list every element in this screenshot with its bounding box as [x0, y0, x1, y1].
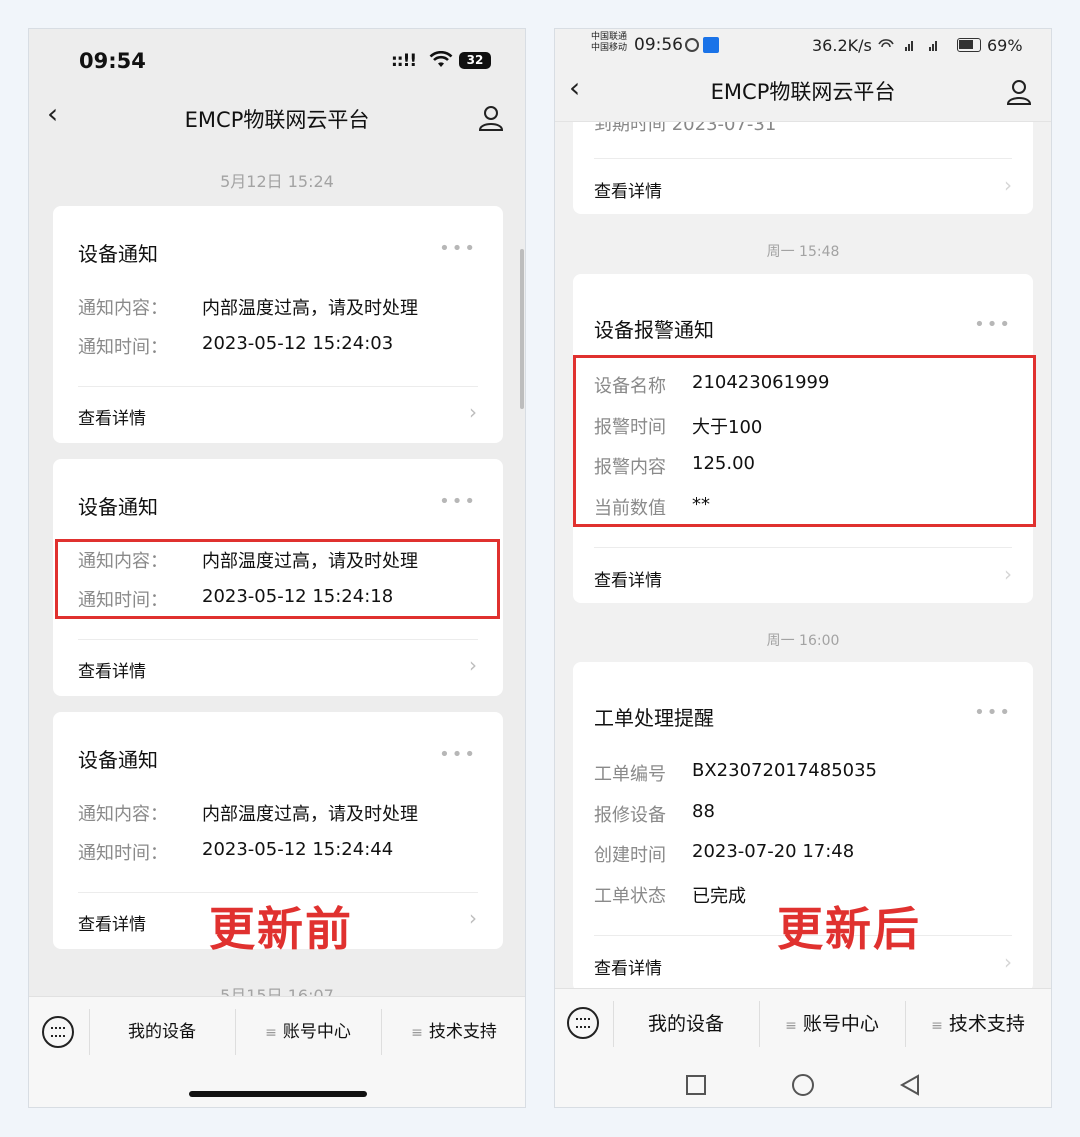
card-title: 设备报警通知 — [594, 318, 714, 342]
carrier-labels: 中国联通 中国移动 — [591, 32, 627, 54]
menu-icon: ≡ — [785, 1018, 797, 1034]
timestamp: 周一 16:00 — [766, 633, 840, 649]
tab-my-devices[interactable]: 我的设备 — [89, 997, 235, 1067]
more-options-icon[interactable]: ••• — [439, 238, 477, 259]
tab-label: 我的设备 — [128, 1022, 196, 1042]
more-options-icon[interactable]: ••• — [974, 314, 1012, 335]
time-value: 2023-05-12 15:24:44 — [202, 839, 394, 860]
divider — [78, 386, 478, 387]
chevron-right-icon: › — [469, 653, 477, 677]
repair-device-label: 报修设备 — [594, 805, 666, 826]
timestamp: 周一 15:48 — [766, 244, 840, 260]
order-status-value: 已完成 — [692, 886, 746, 907]
tab-my-devices[interactable]: 我的设备 — [613, 989, 759, 1059]
tab-label: 账号中心 — [802, 1013, 879, 1035]
signal-icon — [878, 39, 937, 51]
time-label: 通知时间： — [78, 843, 168, 864]
bottom-tab-bar: 我的设备 ≡ 账号中心 ≡ 技术支持 — [555, 988, 1051, 1107]
notification-icon — [685, 38, 699, 52]
card-title: 设备通知 — [78, 242, 158, 266]
chevron-right-icon: › — [1004, 562, 1012, 586]
timestamp: 5月12日 15:24 — [220, 172, 334, 191]
order-status-label: 工单状态 — [594, 886, 666, 907]
notification-card[interactable]: 到期时间 2023-07-31 查看详情 › — [573, 122, 1033, 214]
card-title: 设备通知 — [78, 748, 158, 772]
highlight-box — [573, 355, 1036, 527]
repair-device-value: 88 — [692, 801, 715, 822]
notification-card[interactable]: 设备通知 ••• 通知内容： 内部温度过高，请及时处理 通知时间： 2023-0… — [53, 206, 503, 443]
tab-label: 我的设备 — [647, 1013, 724, 1035]
content-label: 通知内容： — [78, 298, 168, 319]
back-triangle-icon[interactable] — [899, 1074, 921, 1096]
home-circle-icon[interactable] — [792, 1074, 814, 1096]
battery-icon — [957, 38, 981, 52]
status-time: 09:56 — [634, 35, 683, 55]
tab-tech-support[interactable]: ≡ 技术支持 — [905, 989, 1051, 1059]
chevron-right-icon: › — [469, 400, 477, 424]
battery-icon: 32 — [459, 52, 491, 69]
overlay-label-before: 更新前 — [209, 902, 353, 956]
more-options-icon[interactable]: ••• — [439, 744, 477, 765]
order-number-value: BX23072017485035 — [692, 760, 878, 781]
more-options-icon[interactable]: ••• — [974, 702, 1012, 723]
tab-label: 技术支持 — [948, 1013, 1025, 1035]
wifi-icon — [429, 51, 453, 67]
divider — [594, 158, 1012, 159]
card-title: 设备通知 — [78, 495, 158, 519]
created-time-value: 2023-07-20 17:48 — [692, 841, 855, 862]
tab-account-center[interactable]: ≡ 账号中心 — [235, 997, 381, 1067]
chevron-right-icon: › — [1004, 173, 1012, 197]
view-details-link[interactable]: 查看详情 — [78, 657, 146, 682]
more-options-icon[interactable]: ••• — [439, 491, 477, 512]
user-profile-icon[interactable] — [477, 104, 505, 132]
time-label: 通知时间： — [78, 337, 168, 358]
user-profile-icon[interactable] — [1005, 78, 1033, 106]
recents-square-icon[interactable] — [686, 1075, 706, 1095]
card-title: 工单处理提醒 — [594, 706, 714, 730]
carrier-2: 中国移动 — [591, 43, 628, 53]
tab-label: 技术支持 — [428, 1022, 497, 1042]
phone-after-update: 中国联通 中国移动 09:56 36.2K/s 69% ‹ EMCP物联网云平台… — [554, 28, 1052, 1108]
bottom-tab-bar: 我的设备 ≡ 账号中心 ≡ 技术支持 — [29, 996, 525, 1107]
menu-icon: ≡ — [411, 1025, 423, 1041]
tab-label: 账号中心 — [282, 1022, 351, 1042]
app-notification-icon — [703, 37, 719, 53]
tab-account-center[interactable]: ≡ 账号中心 — [759, 989, 905, 1059]
divider — [594, 547, 1012, 548]
keyboard-icon[interactable] — [567, 1007, 599, 1039]
partial-row: 到期时间 2023-07-31 — [594, 122, 777, 135]
scrollbar[interactable] — [520, 249, 524, 409]
content-label: 通知内容： — [78, 804, 168, 825]
view-details-link[interactable]: 查看详情 — [594, 177, 662, 202]
view-details-link[interactable]: 查看详情 — [78, 404, 146, 429]
view-details-link[interactable]: 查看详情 — [594, 954, 662, 979]
page-title: EMCP物联网云平台 — [710, 80, 896, 104]
overlay-label-after: 更新后 — [777, 902, 921, 956]
chevron-right-icon: › — [469, 906, 477, 930]
view-details-link[interactable]: 查看详情 — [594, 566, 662, 591]
phone-before-update: 09:54 ::!! 32 ‹ EMCP物联网云平台 5月12日 15:24 设… — [28, 28, 526, 1108]
keyboard-icon[interactable] — [42, 1016, 74, 1048]
divider — [78, 639, 478, 640]
menu-icon: ≡ — [931, 1018, 943, 1034]
order-number-label: 工单编号 — [594, 764, 666, 785]
highlight-box — [55, 539, 500, 619]
carrier-1: 中国联通 — [591, 32, 628, 42]
chevron-right-icon: › — [1004, 950, 1012, 974]
content-value: 内部温度过高，请及时处理 — [202, 804, 418, 825]
signal-icon: ::!! — [391, 51, 417, 71]
created-time-label: 创建时间 — [594, 845, 666, 866]
status-time: 09:54 — [79, 49, 146, 73]
content-value: 内部温度过高，请及时处理 — [202, 298, 418, 319]
time-value: 2023-05-12 15:24:03 — [202, 333, 394, 354]
home-indicator[interactable] — [189, 1091, 367, 1097]
network-speed: 36.2K/s — [812, 36, 872, 55]
page-title: EMCP物联网云平台 — [184, 108, 370, 132]
menu-icon: ≡ — [265, 1025, 277, 1041]
battery-percent: 69% — [987, 36, 1023, 55]
tab-tech-support[interactable]: ≡ 技术支持 — [381, 997, 525, 1067]
view-details-link[interactable]: 查看详情 — [78, 910, 146, 935]
